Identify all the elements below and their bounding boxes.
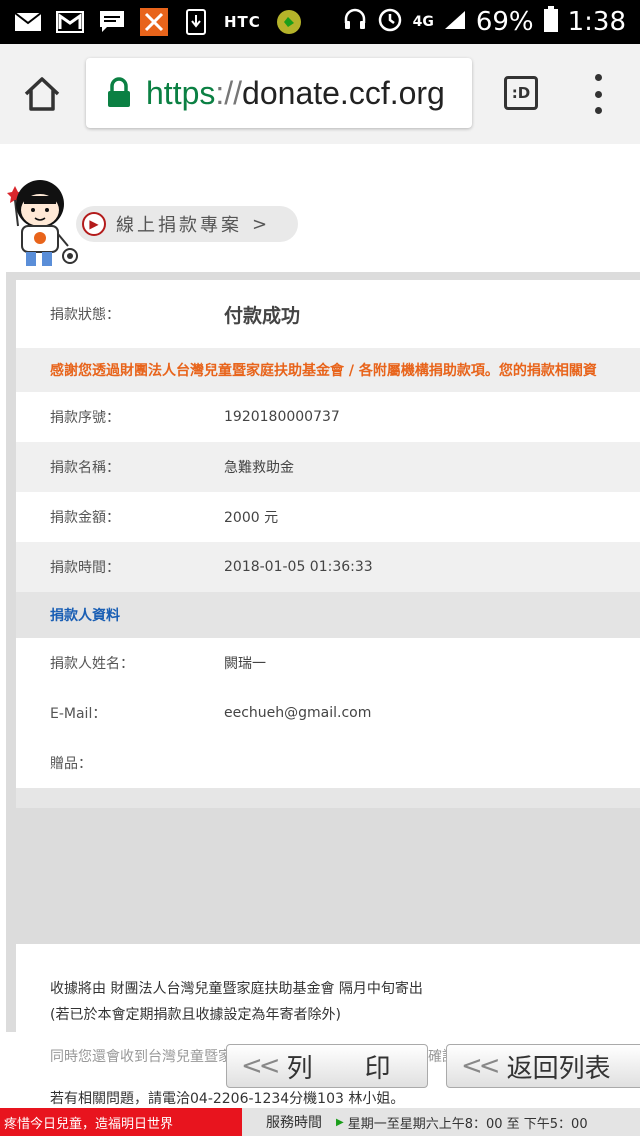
- arrow-circle-icon: ▶: [82, 212, 106, 236]
- battery-percent: 69%: [475, 7, 534, 37]
- detail-label: 捐款時間：: [50, 560, 120, 576]
- status-value: 付款成功: [224, 304, 301, 327]
- print-button[interactable]: << 列 印: [226, 1044, 428, 1088]
- donor-row: 捐款人姓名： 闕瑞一: [16, 638, 640, 688]
- download-icon: [182, 9, 210, 35]
- service-hours-value: 星期一至星期六上午8：00 至 下午5：00: [347, 1116, 588, 1132]
- divider: [16, 788, 640, 808]
- url-bar[interactable]: https://donate.ccf.org: [86, 58, 472, 128]
- note-line: 若有相關問題，請電洽04-2206-1234分機103 林小姐。: [50, 1091, 405, 1107]
- url-text: https://donate.ccf.org: [146, 74, 445, 111]
- donor-value: 闕瑞一: [224, 656, 266, 672]
- menu-icon[interactable]: [588, 74, 608, 114]
- battery-icon: [543, 5, 558, 39]
- status-bar: HTC 4G 69% 1:38: [0, 0, 640, 44]
- note-line: 收據將由 財團法人台灣兒童暨家庭扶助基金會 隔月中旬寄出: [50, 981, 423, 997]
- htc-icon: HTC: [224, 13, 261, 31]
- status-row: 捐款狀態： 付款成功: [16, 280, 640, 348]
- detail-value: 急難救助金: [224, 460, 294, 476]
- detail-label: 捐款金額：: [50, 510, 120, 526]
- donor-value: eechueh@gmail.com: [224, 705, 372, 721]
- project-link-label: 線上捐款專案: [116, 215, 242, 236]
- donor-label: E-Mail：: [50, 706, 107, 722]
- lock-icon: [106, 77, 132, 109]
- gmail-icon: [56, 10, 84, 34]
- detail-value: 2018-01-05 01:36:33: [224, 559, 373, 575]
- thank-you-notice: 感謝您透過財團法人台灣兒童暨家庭扶助基金會 / 各附屬機構捐助款項。您的捐款相關…: [16, 348, 640, 392]
- clock: 1:38: [567, 7, 626, 37]
- donor-section-title: 捐款人資料: [16, 592, 640, 638]
- alarm-icon: [377, 6, 403, 39]
- app-icon: [140, 8, 168, 36]
- donor-row: E-Mail： eechueh@gmail.com: [16, 688, 640, 738]
- print-button-label: 列 印: [286, 1053, 391, 1084]
- detail-label: 捐款名稱：: [50, 460, 120, 476]
- detail-value: 1920180000737: [224, 409, 340, 425]
- double-chevron-left-icon: <<: [461, 1051, 501, 1081]
- triangle-right-icon: ▶: [336, 1116, 344, 1128]
- network-type: 4G: [412, 14, 434, 30]
- detail-label: 捐款序號：: [50, 410, 120, 426]
- detail-row: 捐款金額： 2000 元: [16, 492, 640, 542]
- double-chevron-left-icon: <<: [241, 1051, 281, 1081]
- home-icon[interactable]: [20, 72, 64, 116]
- status-label: 捐款狀態：: [50, 307, 120, 323]
- project-link[interactable]: ▶ 線上捐款專案 >: [76, 206, 298, 242]
- note-line: (若已於本會定期捐款且收據設定為年寄者除外): [50, 1007, 341, 1023]
- mail-icon: [14, 10, 42, 34]
- footer: 疼惜今日兒童，造福明日世界 服務時間 ▶ 星期一至星期六上午8：00 至 下午5…: [0, 1108, 640, 1136]
- detail-value: 2000 元: [224, 510, 279, 526]
- page-content: ▶ 線上捐款專案 > 捐款狀態： 付款成功 感謝您透過財團法人台灣兒童暨家庭扶助…: [0, 144, 640, 1148]
- donation-result-panel: 捐款狀態： 付款成功 感謝您透過財團法人台灣兒童暨家庭扶助基金會 / 各附屬機構…: [6, 272, 640, 1148]
- message-icon: [98, 10, 126, 34]
- chevron-right-icon: >: [252, 213, 268, 235]
- browser-toolbar: https://donate.ccf.org :D: [0, 44, 640, 144]
- mascot-image: [6, 164, 78, 268]
- tabs-icon[interactable]: :D: [504, 76, 538, 110]
- back-to-list-button[interactable]: << 返回列表: [446, 1044, 640, 1088]
- donation-details: 捐款狀態： 付款成功 感謝您透過財團法人台灣兒童暨家庭扶助基金會 / 各附屬機構…: [16, 280, 640, 808]
- app-badge-icon: [275, 10, 303, 34]
- donor-row: 贈品：: [16, 738, 640, 788]
- back-button-label: 返回列表: [506, 1053, 611, 1084]
- detail-row: 捐款序號： 1920180000737: [16, 392, 640, 442]
- footer-slogan: 疼惜今日兒童，造福明日世界: [0, 1108, 242, 1136]
- signal-icon: [444, 7, 466, 37]
- headset-icon: [343, 7, 367, 38]
- donor-label: 贈品：: [50, 756, 92, 772]
- service-hours-label: 服務時間: [266, 1115, 322, 1131]
- donor-label: 捐款人姓名：: [50, 656, 134, 672]
- detail-row: 捐款名稱： 急難救助金: [16, 442, 640, 492]
- service-hours: 服務時間 ▶ 星期一至星期六上午8：00 至 下午5：00: [242, 1108, 640, 1136]
- detail-row: 捐款時間： 2018-01-05 01:36:33: [16, 542, 640, 592]
